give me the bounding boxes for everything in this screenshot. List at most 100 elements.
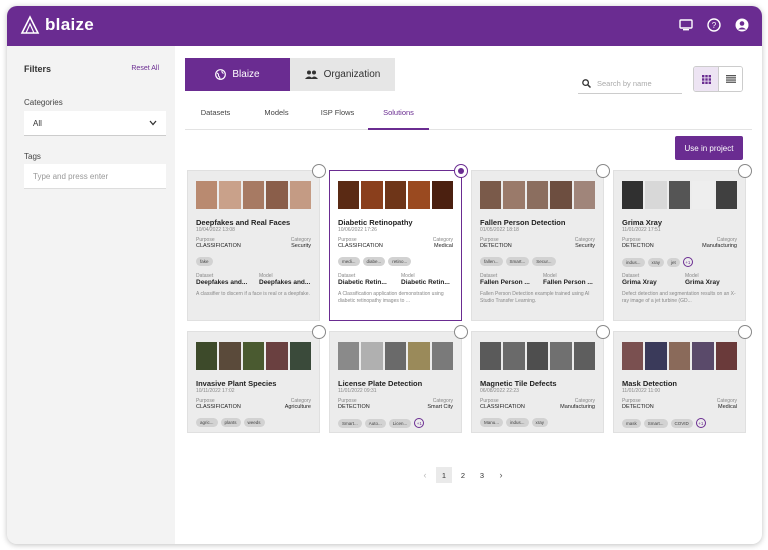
search-input[interactable] (597, 79, 677, 88)
tag-chip: Smart... (338, 418, 362, 428)
thumbnail-image (384, 181, 407, 209)
thumbnail-image (550, 181, 572, 209)
card-title: Fallen Person Detection (480, 218, 566, 227)
asset-tabs: Datasets Models ISP Flows Solutions (185, 108, 752, 130)
more-tags-badge[interactable]: +1 (682, 257, 693, 267)
globe-icon (215, 69, 227, 80)
filters-sidebar: Filters Reset All Categories All Tags (7, 46, 175, 544)
card-select-radio[interactable] (312, 164, 326, 178)
tag-chip: COVID (670, 418, 693, 428)
thumbnail-image (503, 181, 525, 209)
main-content: Blaize Organization D (175, 46, 762, 544)
tag-chip: indus... (506, 418, 529, 427)
card-thumbnail (622, 342, 737, 370)
categories-value: All (33, 118, 42, 128)
thumbnail-image (242, 181, 265, 209)
tab-blaize[interactable]: Blaize (185, 58, 290, 91)
card-date: 11/01/2022 17:51 (622, 227, 661, 233)
tag-chip: mask (622, 418, 641, 428)
more-tags-badge[interactable]: +1 (695, 418, 706, 428)
thumbnail-image (573, 181, 595, 209)
card-select-radio[interactable] (454, 164, 468, 178)
dataset-value: Deepfakes and... (196, 279, 248, 286)
solution-card[interactable]: Grima Xray 11/01/2022 17:51 Purpose DETECTI… (613, 164, 752, 321)
purpose-value: CLASSIFICATION (196, 404, 241, 410)
thumbnail-image (384, 342, 407, 370)
page-1-button[interactable]: 1 (436, 467, 452, 483)
solution-card[interactable]: Fallen Person Detection 01/05/2022 18:18 P… (471, 164, 610, 321)
thumbnail-image (622, 342, 644, 370)
model-value: Diabetic Retin... (401, 279, 450, 286)
tab-solutions[interactable]: Solutions (368, 108, 429, 130)
card-select-radio[interactable] (312, 325, 326, 339)
thumbnail-image (408, 181, 430, 209)
card-title: Diabetic Retinopathy (338, 218, 413, 227)
category-value: Agriculture (284, 404, 311, 410)
category-value: Security (575, 243, 595, 249)
app-window: blaize ? Filters Reset All Categories Al… (7, 6, 762, 544)
model-value: Deepfakes and... (259, 279, 311, 286)
display-icon[interactable] (678, 17, 694, 33)
solution-card[interactable]: Diabetic Retinopathy 10/06/2022 17:26 Purp… (329, 164, 468, 321)
tag-chip: Auto... (364, 418, 386, 428)
reset-all-link[interactable]: Reset All (131, 65, 159, 72)
solution-card[interactable]: Invasive Plant Species 10/11/2022 17:02 Pu… (187, 325, 326, 433)
brand-logo[interactable]: blaize (19, 14, 94, 36)
thumbnail-image (715, 181, 737, 209)
tab-organization[interactable]: Organization (290, 58, 395, 91)
category-value: Medical (434, 243, 453, 249)
grid-view-button[interactable] (694, 67, 718, 91)
brand-name: blaize (45, 15, 95, 34)
use-in-project-button[interactable]: Use in project (675, 136, 743, 160)
next-page-button[interactable]: › (493, 467, 509, 483)
purpose-value: DETECTION (480, 243, 512, 249)
card-select-radio[interactable] (454, 325, 468, 339)
category-value: Manufacturing (702, 243, 737, 249)
tab-organization-label: Organization (323, 69, 381, 80)
tag-chip: Smart... (505, 257, 530, 266)
grid-icon (701, 74, 711, 84)
tag-chips: Manu... indus... xray (480, 418, 549, 427)
card-date: 11/01/2022 11:00 (622, 388, 661, 394)
card-select-radio[interactable] (596, 164, 610, 178)
more-tags-badge[interactable]: +1 (414, 418, 425, 428)
tab-isp-flows[interactable]: ISP Flows (307, 108, 368, 129)
card-date: 10/04/2022 13:08 (196, 227, 235, 233)
category-value: Manufacturing (560, 404, 595, 410)
tag-chip: weeds (243, 418, 265, 427)
solution-card[interactable]: Mask Detection 11/01/2022 11:00 Purpose DET… (613, 325, 752, 433)
tab-datasets[interactable]: Datasets (185, 108, 246, 129)
card-select-radio[interactable] (738, 325, 752, 339)
tag-chip: retino... (388, 257, 412, 266)
list-icon (725, 75, 736, 83)
solution-card[interactable]: Magnetic Tile Defects 06/08/2022 22:23 Pur… (471, 325, 610, 433)
help-circle-icon[interactable]: ? (706, 17, 722, 33)
tag-chip: medi... (338, 257, 360, 266)
categories-select[interactable]: All (24, 111, 166, 136)
solution-card[interactable]: License Plate Detection 11/01/2022 09:31 P… (329, 325, 468, 433)
thumbnail-image (526, 181, 549, 209)
card-select-radio[interactable] (738, 164, 752, 178)
tag-chips: Smart... Auto... Licen... +1 (338, 418, 425, 428)
thumbnail-image (361, 342, 383, 370)
solution-card[interactable]: Deepfakes and Real Faces 10/04/2022 13:08… (187, 164, 326, 321)
card-select-radio[interactable] (596, 325, 610, 339)
tag-chip: Manu... (480, 418, 504, 427)
thumbnail-image (431, 181, 453, 209)
thumbnail-image (645, 181, 667, 209)
card-description: Fallen Person Detection example trained … (480, 291, 590, 304)
tab-models[interactable]: Models (246, 108, 307, 129)
people-icon (304, 70, 318, 79)
prev-page-button[interactable]: ‹ (417, 467, 433, 483)
list-view-button[interactable] (718, 67, 742, 91)
page-2-button[interactable]: 2 (455, 467, 471, 483)
thumbnail-image (196, 342, 218, 370)
tag-chip: jet (667, 257, 680, 267)
tag-chip: plants (220, 418, 241, 427)
tags-label: Tags (24, 152, 41, 161)
tag-chip: Smart... (643, 418, 668, 428)
page-3-button[interactable]: 3 (474, 467, 490, 483)
account-circle-icon[interactable] (734, 17, 750, 33)
search-icon (582, 79, 591, 88)
tags-input[interactable] (24, 164, 166, 189)
